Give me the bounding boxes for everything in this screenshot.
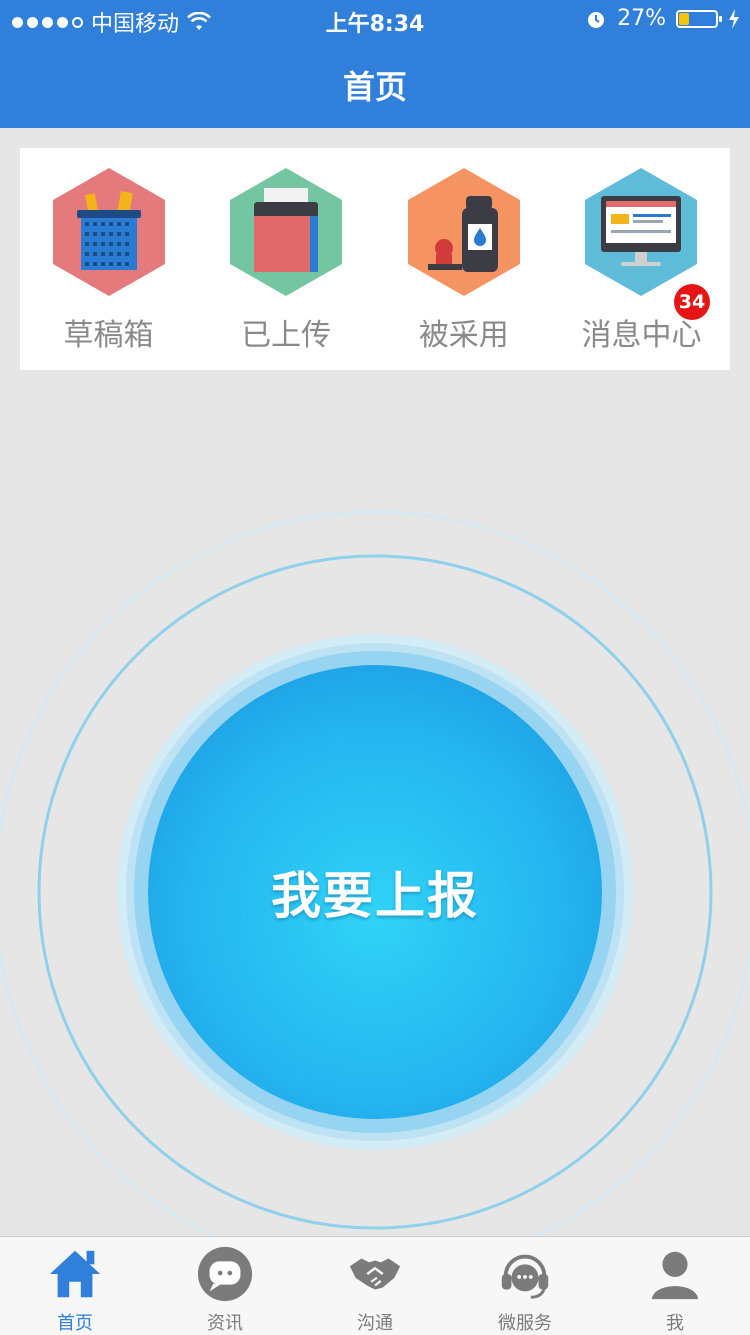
entry-drafts[interactable]: 草稿箱 xyxy=(26,148,191,370)
charging-bolt-icon xyxy=(729,8,739,29)
home-icon xyxy=(49,1250,101,1298)
headset-icon xyxy=(501,1254,549,1299)
printer-icon xyxy=(220,166,352,298)
monitor-icon xyxy=(575,166,707,298)
entry-message-center[interactable]: 34 消息中心 xyxy=(559,148,724,370)
unread-badge: 34 xyxy=(673,284,710,320)
tab-service[interactable]: 微服务 xyxy=(450,1237,600,1335)
stamp-icon xyxy=(398,166,530,298)
chat-icon xyxy=(197,1246,253,1302)
report-button[interactable]: 我要上报 xyxy=(148,665,602,1119)
top-bar: 中国移动 上午8:34 27% 首页 xyxy=(0,0,750,128)
tab-me[interactable]: 我 xyxy=(600,1237,750,1335)
entry-label: 草稿箱 xyxy=(63,318,154,353)
entry-adopted[interactable]: 被采用 xyxy=(381,148,546,370)
status-right: 27% xyxy=(585,6,740,31)
tab-communicate[interactable]: 沟通 xyxy=(300,1237,450,1335)
alarm-icon xyxy=(588,11,605,28)
page-title: 首页 xyxy=(342,68,407,106)
user-icon xyxy=(651,1251,699,1300)
tab-label: 微服务 xyxy=(498,1313,552,1334)
basket-icon xyxy=(43,166,175,298)
tab-label: 资讯 xyxy=(207,1313,243,1334)
battery-icon xyxy=(676,9,722,28)
report-button-label: 我要上报 xyxy=(271,867,479,925)
handshake-icon xyxy=(349,1258,401,1290)
quick-entry-card: 草稿箱 已上传 被采用 34 消息中心 xyxy=(20,148,730,370)
entry-uploaded[interactable]: 已上传 xyxy=(204,148,369,370)
tab-label: 首页 xyxy=(57,1313,93,1334)
tab-label: 沟通 xyxy=(357,1313,393,1334)
entry-label: 已上传 xyxy=(241,318,332,353)
tab-news[interactable]: 资讯 xyxy=(150,1237,300,1335)
tab-home[interactable]: 首页 xyxy=(0,1237,150,1335)
status-bar: 中国移动 上午8:34 27% xyxy=(0,0,750,40)
tab-bar: 首页 资讯 沟通 微服务 我 xyxy=(0,1236,750,1335)
battery-percent: 27% xyxy=(617,6,666,31)
tab-label: 我 xyxy=(666,1313,684,1334)
entry-label: 被采用 xyxy=(418,318,509,353)
